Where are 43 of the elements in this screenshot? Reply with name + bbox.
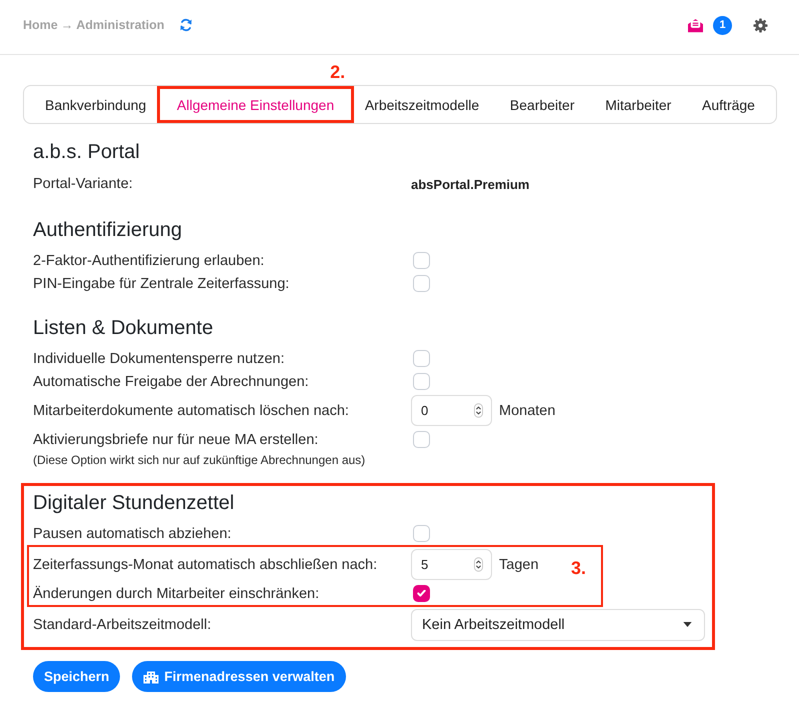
number-input[interactable]: 0 [411, 395, 492, 426]
section-heading: a.b.s. Portal [33, 140, 141, 164]
refresh-icon[interactable] [179, 18, 194, 32]
field-label: PIN-Eingabe für Zentrale Zeiterfassung: [33, 274, 290, 292]
field-label: Individuelle Dokumentensperre nutzen: [33, 350, 286, 368]
field-label: 2-Faktor-Authentifizierung erlauben: [33, 252, 266, 270]
annotation-label: 2. [330, 62, 346, 82]
section-heading: Listen & Dokumente [33, 316, 214, 340]
field-label: Portal-Variante: [33, 175, 134, 193]
field-label: Standard-Arbeitszeitmodell: [33, 616, 212, 634]
action-button[interactable]: Speichern [33, 661, 120, 692]
unit-label: Monaten [499, 402, 556, 418]
spinner-icon[interactable] [474, 403, 483, 418]
tab[interactable]: Aufträge [687, 86, 770, 123]
field-label: Mitarbeiterdokumente automatisch löschen nach: [33, 402, 350, 420]
breadcrumb-separator: → [60, 18, 74, 32]
settings-icon[interactable] [753, 18, 768, 32]
field-value: absPortal.Premium [411, 176, 530, 192]
unit-label: Tagen [499, 556, 539, 572]
annotation-label: 3. [570, 558, 586, 578]
spinner-icon[interactable] [474, 557, 483, 572]
field-label: Pausen automatisch abziehen: [33, 524, 232, 542]
field-label: Zeiterfassungs-Monat automatisch abschließen nach: [33, 556, 378, 574]
section-heading: Authentifizierung [33, 218, 183, 242]
tab[interactable]: Bearbeiter [494, 86, 590, 123]
tab[interactable]: Bankverbindung [30, 86, 162, 123]
action-button[interactable]: Firmenadressen verwalten [132, 661, 346, 692]
building-icon [143, 670, 160, 684]
tab[interactable]: Allgemeine Einstellungen [162, 86, 350, 123]
tab[interactable]: Mitarbeiter [590, 86, 686, 123]
select-dropdown[interactable]: Kein Arbeitszeitmodell [411, 608, 705, 640]
number-input[interactable]: 5 [411, 549, 492, 580]
field-label: Aktivierungsbriefe nur für neue MA erstellen: [33, 430, 320, 448]
field-label: Automatische Freigabe der Abrechnungen: [33, 372, 310, 390]
field-label: Änderungen durch Mitarbeiter einschränken: [33, 584, 320, 602]
section-heading: Digitaler Stundenzettel [33, 491, 236, 515]
tab[interactable]: Arbeitszeitmodelle [350, 86, 494, 123]
envelope-icon[interactable] [687, 18, 704, 32]
checkbox[interactable] [413, 585, 430, 602]
caret-icon [683, 622, 692, 627]
checkmark-icon [417, 590, 426, 597]
hint-text: (Diese Option wirkt sich nur auf zukünftige Abrechnungen aus) [33, 452, 366, 469]
notification-badge[interactable]: 1 [713, 16, 732, 34]
